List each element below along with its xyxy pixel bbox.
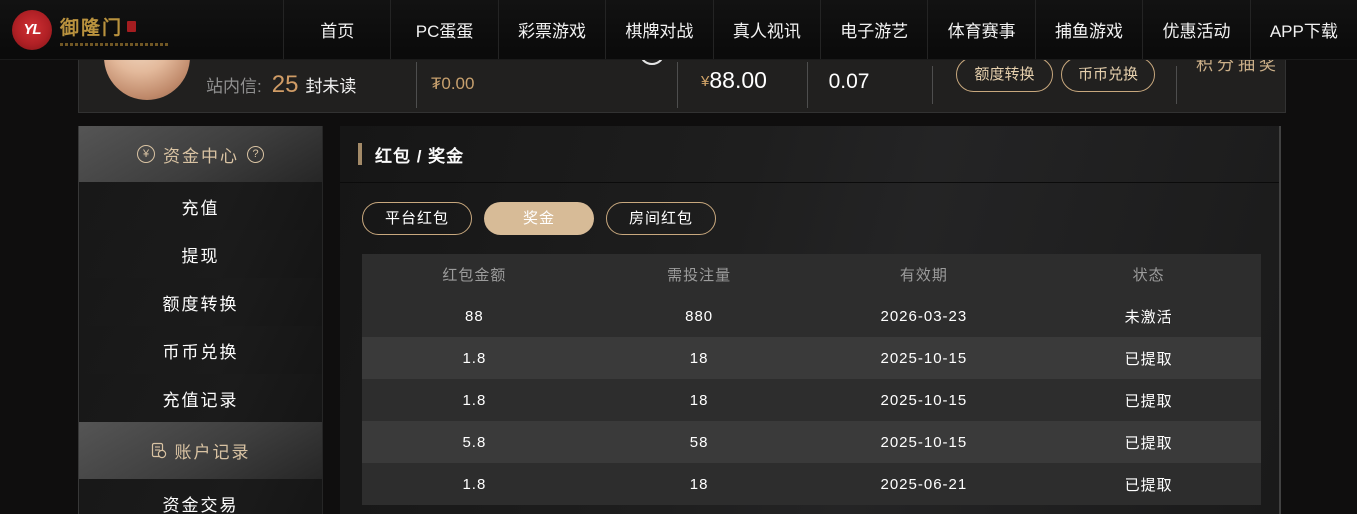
cell-amount: 1.8 (362, 337, 587, 379)
column-header-status: 状态 (1036, 254, 1261, 295)
coin-exchange-button[interactable]: 币币兑换 (1061, 57, 1155, 92)
sidebar-item-coin-exchange[interactable]: 币币兑换 (79, 326, 322, 374)
cell-wager: 18 (586, 379, 812, 421)
sidebar-section-title: 资金中心 (163, 146, 239, 166)
nav-item-live-casino[interactable]: 真人视讯 (712, 0, 820, 59)
column-header-amount: 红包金额 (362, 254, 587, 295)
brand-logo[interactable]: YL 御隆门 (0, 0, 283, 59)
nav-item-lottery-games[interactable]: 彩票游戏 (497, 0, 605, 59)
cell-validity: 2025-10-15 (811, 379, 1037, 421)
top-navigation: YL 御隆门 首页 PC蛋蛋 彩票游戏 棋牌对战 真人视讯 电子游艺 体育赛事 … (0, 0, 1357, 60)
table-row: 1.8 18 2025-06-21 已提取 (362, 463, 1261, 505)
cell-status: 未激活 (1036, 295, 1261, 337)
sidebar-item-deposit[interactable]: 充值 (79, 182, 322, 230)
balance-amount: 88.00 (709, 67, 767, 93)
points-balance: 0.07 (828, 70, 870, 93)
cell-amount: 1.8 (362, 379, 587, 421)
divider (1176, 66, 1177, 104)
currency-exchange-icon: ¥ (137, 145, 155, 163)
sidebar-section-account-records[interactable]: 账户记录 (79, 422, 322, 479)
nav-item-electronic-games[interactable]: 电子游艺 (820, 0, 927, 59)
nav-item-promotions[interactable]: 优惠活动 (1142, 0, 1249, 59)
sidebar-section-funds-center[interactable]: ¥ 资金中心 ? (79, 126, 322, 182)
bonus-table: 红包金额 需投注量 有效期 状态 88 880 2026-03-23 未激活 1… (362, 254, 1261, 505)
sidebar-item-fund-transactions[interactable]: 资金交易 (79, 479, 322, 514)
divider (416, 62, 417, 108)
bonus-tabs: 平台红包 奖金 房间红包 (362, 202, 1279, 235)
logo-monogram-icon: YL (12, 9, 52, 50)
cell-wager: 18 (586, 463, 812, 505)
help-icon[interactable]: ? (247, 145, 264, 163)
nav-item-board-games[interactable]: 棋牌对战 (605, 0, 712, 59)
table-row: 88 880 2026-03-23 未激活 (362, 295, 1261, 337)
tab-bonus[interactable]: 奖金 (484, 202, 594, 235)
logo-text: 御隆门 (60, 13, 168, 46)
title-accent-bar (358, 143, 362, 165)
sidebar-item-quota-transfer[interactable]: 额度转换 (79, 278, 322, 326)
ledger-icon (151, 442, 166, 459)
inbox-label: 站内信: (206, 77, 262, 96)
inbox-unread-count: 25 (271, 71, 299, 98)
cell-wager: 58 (586, 421, 812, 463)
sidebar-section-title: 账户记录 (174, 443, 251, 462)
cell-status: 已提取 (1036, 379, 1261, 421)
nav-item-pc-egg[interactable]: PC蛋蛋 (390, 0, 497, 59)
column-header-validity: 有效期 (811, 254, 1037, 295)
cell-status: 已提取 (1036, 421, 1261, 463)
divider (807, 62, 808, 108)
column-header-wager-required: 需投注量 (586, 254, 812, 295)
main-panel: 红包 / 奖金 平台红包 奖金 房间红包 红包金额 需投注量 有效期 状态 88… (340, 126, 1281, 514)
usdt-balance: ₮0.00 (431, 74, 475, 93)
cell-status: 已提取 (1036, 463, 1261, 505)
nav-item-home[interactable]: 首页 (283, 0, 390, 59)
main-balance: ¥88.00 (679, 67, 789, 94)
panel-header: 红包 / 奖金 (340, 126, 1279, 183)
divider (677, 62, 678, 108)
logo-subtitle-decoration (60, 43, 168, 46)
cell-amount: 1.8 (362, 463, 587, 505)
divider (932, 66, 933, 104)
cell-validity: 2025-10-15 (811, 337, 1037, 379)
cell-validity: 2026-03-23 (811, 295, 1037, 337)
table-row: 1.8 18 2025-10-15 已提取 (362, 379, 1261, 421)
logo-seal-icon (127, 21, 137, 32)
brand-name: 御隆门 (60, 18, 124, 39)
cell-amount: 88 (362, 295, 587, 337)
cell-validity: 2025-06-21 (811, 463, 1037, 505)
sidebar-item-withdraw[interactable]: 提现 (79, 230, 322, 278)
table-header-row: 红包金额 需投注量 有效期 状态 (362, 254, 1261, 295)
cell-wager: 880 (586, 295, 812, 337)
tab-room-redpacket[interactable]: 房间红包 (606, 202, 716, 235)
sidebar: ¥ 资金中心 ? 充值 提现 额度转换 币币兑换 充值记录 账户记录 资金交易 (78, 126, 323, 514)
cell-amount: 5.8 (362, 421, 587, 463)
cell-status: 已提取 (1036, 337, 1261, 379)
page-title: 红包 / 奖金 (375, 146, 465, 166)
nav-item-fishing-games[interactable]: 捕鱼游戏 (1034, 0, 1142, 59)
sidebar-item-deposit-records[interactable]: 充值记录 (79, 374, 322, 422)
tab-platform-redpacket[interactable]: 平台红包 (362, 202, 472, 235)
nav-item-sports[interactable]: 体育赛事 (927, 0, 1034, 59)
nav-menu: 首页 PC蛋蛋 彩票游戏 棋牌对战 真人视讯 电子游艺 体育赛事 捕鱼游戏 优惠… (283, 0, 1357, 59)
cell-validity: 2025-10-15 (811, 421, 1037, 463)
quota-transfer-button[interactable]: 额度转换 (956, 57, 1053, 92)
inbox-status[interactable]: 站内信: 25 封未读 (206, 71, 356, 99)
table-row: 1.8 18 2025-10-15 已提取 (362, 337, 1261, 379)
cell-wager: 18 (586, 337, 812, 379)
nav-item-app-download[interactable]: APP下载 (1249, 0, 1357, 59)
inbox-unread-suffix: 封未读 (305, 77, 357, 96)
table-row: 5.8 58 2025-10-15 已提取 (362, 421, 1261, 463)
